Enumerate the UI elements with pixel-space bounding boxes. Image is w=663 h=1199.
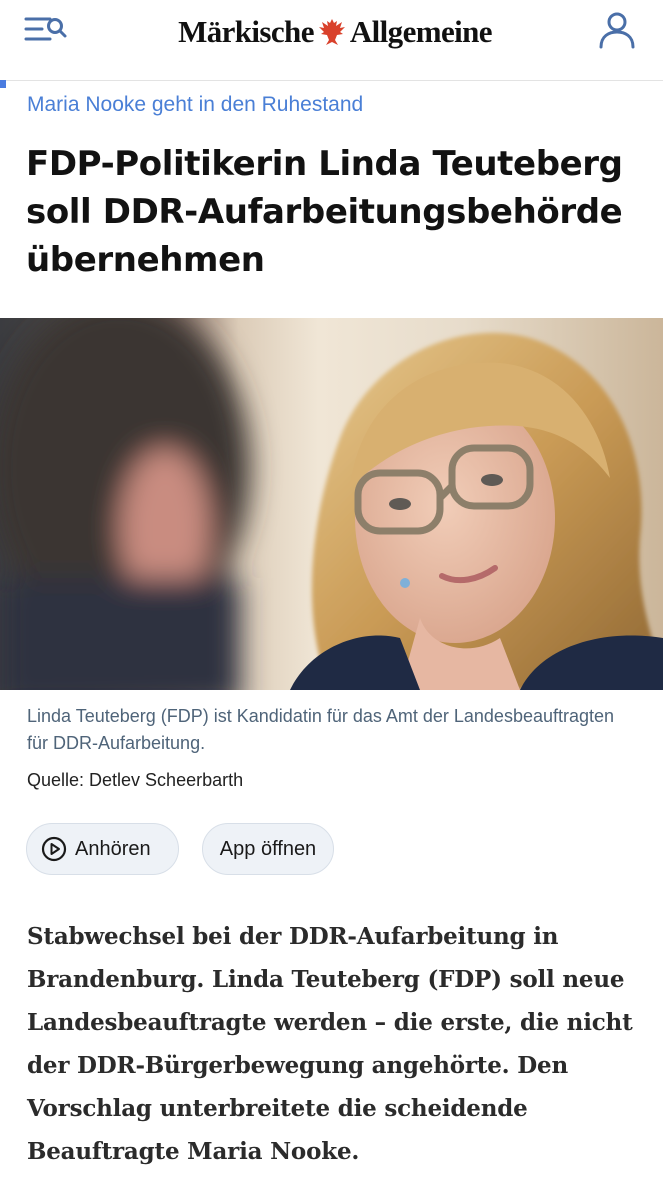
site-logo[interactable]: Märkische Allgemeine — [150, 10, 520, 54]
user-icon[interactable] — [595, 10, 639, 50]
play-circle-icon — [41, 836, 67, 862]
article-kicker[interactable]: Maria Nooke geht in den Ruhestand — [27, 93, 363, 117]
site-header: Märkische Allgemeine — [0, 0, 663, 81]
eagle-icon — [318, 16, 346, 48]
article-headline: FDP-Politikerin Linda Teuteberg soll DDR… — [26, 144, 623, 280]
logo-text-right: Allgemeine — [349, 14, 493, 49]
menu-search-icon[interactable] — [24, 14, 68, 48]
listen-label: Anhören — [75, 837, 151, 860]
listen-button[interactable]: Anhören — [26, 823, 179, 875]
image-source: Quelle: Detlev Scheerbarth — [27, 770, 244, 790]
image-caption: Linda Teuteberg (FDP) ist Kandidatin für… — [27, 706, 615, 753]
open-app-button[interactable]: App öffnen — [202, 823, 334, 875]
accent-marker — [0, 80, 6, 88]
article-lead: Stabwechsel bei der DDR-Aufarbeitung in … — [27, 923, 633, 1165]
logo-text-left: Märkische — [178, 14, 314, 49]
open-app-label: App öffnen — [219, 837, 317, 860]
article-photo[interactable] — [0, 318, 663, 690]
